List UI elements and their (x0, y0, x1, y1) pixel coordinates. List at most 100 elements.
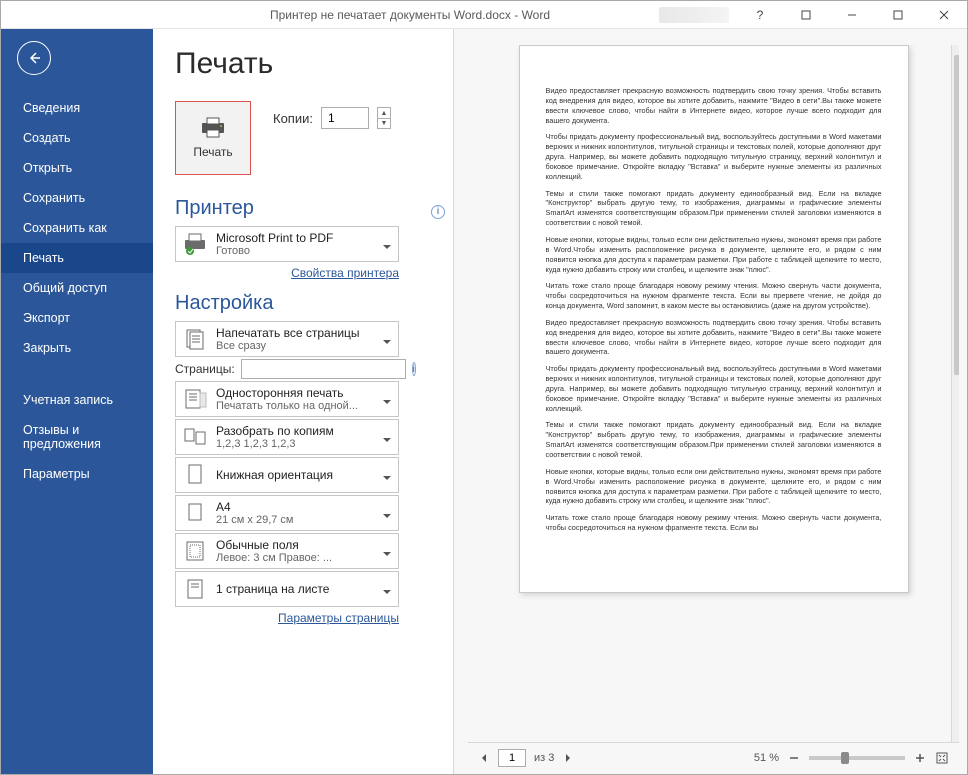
printer-ready-icon (182, 231, 208, 257)
info-icon[interactable]: i (431, 205, 445, 219)
sidebar-item-8[interactable]: Закрыть (1, 333, 153, 363)
sidebar-item-0[interactable]: Сведения (1, 93, 153, 123)
sidebar-item-4[interactable]: Сохранить как (1, 213, 153, 243)
option-title: Односторонняя печать (216, 386, 374, 400)
chevron-down-icon (382, 508, 392, 518)
printer-dropdown[interactable]: Microsoft Print to PDF Готово (175, 226, 399, 262)
preview-page: Видео предоставляет прекрасную возможнос… (519, 45, 909, 593)
maximize-button[interactable] (875, 1, 921, 28)
spinner-down-icon[interactable]: ▼ (377, 118, 391, 129)
option-title: Обычные поля (216, 538, 374, 552)
copies-input[interactable] (321, 107, 369, 129)
option-icon (182, 500, 208, 526)
option-title: 1 страница на листе (216, 582, 374, 596)
option-title: A4 (216, 500, 374, 514)
chevron-down-icon (382, 546, 392, 556)
option-subtitle: 1,2,3 1,2,3 1,2,3 (216, 438, 374, 450)
settings-dropdown-3[interactable]: Книжная ориентация (175, 457, 399, 493)
preview-paragraph: Новые кнопки, которые видны, только если… (546, 235, 882, 274)
preview-paragraph: Читать тоже стало проще благодаря новому… (546, 281, 882, 311)
sidebar-item-1[interactable]: Создать (1, 123, 153, 153)
page-title: Печать (175, 47, 453, 81)
prev-page-button[interactable] (478, 752, 490, 764)
pages-label: Страницы: (175, 362, 235, 376)
sidebar-item-6[interactable]: Общий доступ (1, 273, 153, 303)
chevron-down-icon (382, 432, 392, 442)
settings-dropdown-0[interactable]: Напечатать все страницыВсе сразу (175, 321, 399, 357)
ribbon-toggle-button[interactable] (783, 1, 829, 28)
pages-input[interactable] (241, 359, 406, 379)
print-button[interactable]: Печать (175, 101, 251, 175)
scroll-thumb[interactable] (954, 55, 959, 375)
chevron-down-icon (382, 239, 392, 249)
sidebar-bottom-item-2[interactable]: Параметры (1, 459, 153, 489)
chevron-down-icon (382, 470, 392, 480)
next-page-button[interactable] (562, 752, 574, 764)
preview-paragraph: Темы и стили также помогают придать доку… (546, 189, 882, 228)
printer-name: Microsoft Print to PDF (216, 231, 374, 245)
user-profile-thumb[interactable] (659, 7, 729, 23)
preview-paragraph: Видео предоставляет прекрасную возможнос… (546, 86, 882, 125)
sidebar-item-3[interactable]: Сохранить (1, 183, 153, 213)
sidebar-bottom-item-1[interactable]: Отзывы и предложения (1, 415, 153, 459)
option-subtitle: Все сразу (216, 340, 374, 352)
copies-spinner[interactable]: ▲ ▼ (377, 107, 391, 129)
print-button-label: Печать (193, 145, 232, 159)
preview-footer: из 3 51 % (468, 742, 959, 772)
zoom-level-label: 51 % (754, 752, 779, 764)
help-button[interactable]: ? (737, 1, 783, 28)
printer-status: Готово (216, 245, 374, 257)
spinner-up-icon[interactable]: ▲ (377, 107, 391, 118)
option-icon (182, 538, 208, 564)
titlebar: Принтер не печатает документы Word.docx … (1, 1, 967, 29)
window-title: Принтер не печатает документы Word.docx … (161, 8, 659, 22)
chevron-down-icon (382, 584, 392, 594)
settings-dropdown-5[interactable]: Обычные поляЛевое: 3 см Правое: ... (175, 533, 399, 569)
sidebar-item-5[interactable]: Печать (1, 243, 153, 273)
printer-section-title: Принтер (175, 197, 254, 220)
zoom-slider-thumb[interactable] (841, 752, 849, 764)
preview-paragraph: Чтобы придать документу профессиональный… (546, 364, 882, 413)
settings-dropdown-1[interactable]: Односторонняя печатьПечатать только на о… (175, 381, 399, 417)
sidebar-bottom-item-0[interactable]: Учетная запись (1, 385, 153, 415)
preview-paragraph: Видео предоставляет прекрасную возможнос… (546, 318, 882, 357)
preview-paragraph: Читать тоже стало проще благодаря новому… (546, 513, 882, 533)
sidebar-item-2[interactable]: Открыть (1, 153, 153, 183)
page-total-label: из 3 (534, 752, 554, 764)
option-subtitle: Левое: 3 см Правое: ... (216, 552, 374, 564)
minimize-button[interactable] (829, 1, 875, 28)
copies-label: Копии: (273, 111, 313, 126)
close-button[interactable] (921, 1, 967, 28)
option-subtitle: Печатать только на одной... (216, 400, 374, 412)
zoom-out-button[interactable] (787, 751, 801, 765)
preview-paragraph: Чтобы придать документу профессиональный… (546, 132, 882, 181)
option-title: Книжная ориентация (216, 468, 374, 482)
chevron-down-icon (382, 394, 392, 404)
page-number-input[interactable] (498, 749, 526, 767)
info-icon[interactable]: i (412, 362, 416, 376)
settings-dropdown-6[interactable]: 1 страница на листе (175, 571, 399, 607)
vertical-scrollbar[interactable] (951, 45, 959, 742)
preview-paragraph: Темы и стили также помогают придать доку… (546, 420, 882, 459)
printer-properties-link[interactable]: Свойства принтера (291, 266, 399, 280)
option-title: Разобрать по копиям (216, 424, 374, 438)
page-parameters-link[interactable]: Параметры страницы (278, 611, 399, 625)
chevron-down-icon (382, 334, 392, 344)
option-icon (182, 386, 208, 412)
print-settings-panel: Печать Печать Копии: ▲ ▼ (153, 29, 453, 774)
settings-section-title: Настройка (175, 292, 273, 315)
preview-paragraph: Новые кнопки, которые видны, только если… (546, 467, 882, 506)
back-button[interactable] (17, 41, 51, 75)
backstage-sidebar: СведенияСоздатьОткрытьСохранитьСохранить… (1, 29, 153, 774)
settings-dropdown-4[interactable]: A421 см x 29,7 см (175, 495, 399, 531)
print-preview-panel: Видео предоставляет прекрасную возможнос… (453, 29, 967, 774)
settings-dropdown-2[interactable]: Разобрать по копиям1,2,3 1,2,3 1,2,3 (175, 419, 399, 455)
sidebar-item-7[interactable]: Экспорт (1, 303, 153, 333)
zoom-in-button[interactable] (913, 751, 927, 765)
zoom-slider[interactable] (809, 756, 905, 760)
fit-to-window-button[interactable] (935, 751, 949, 765)
printer-icon (199, 117, 227, 139)
option-icon (182, 326, 208, 352)
option-title: Напечатать все страницы (216, 326, 374, 340)
option-icon (182, 576, 208, 602)
